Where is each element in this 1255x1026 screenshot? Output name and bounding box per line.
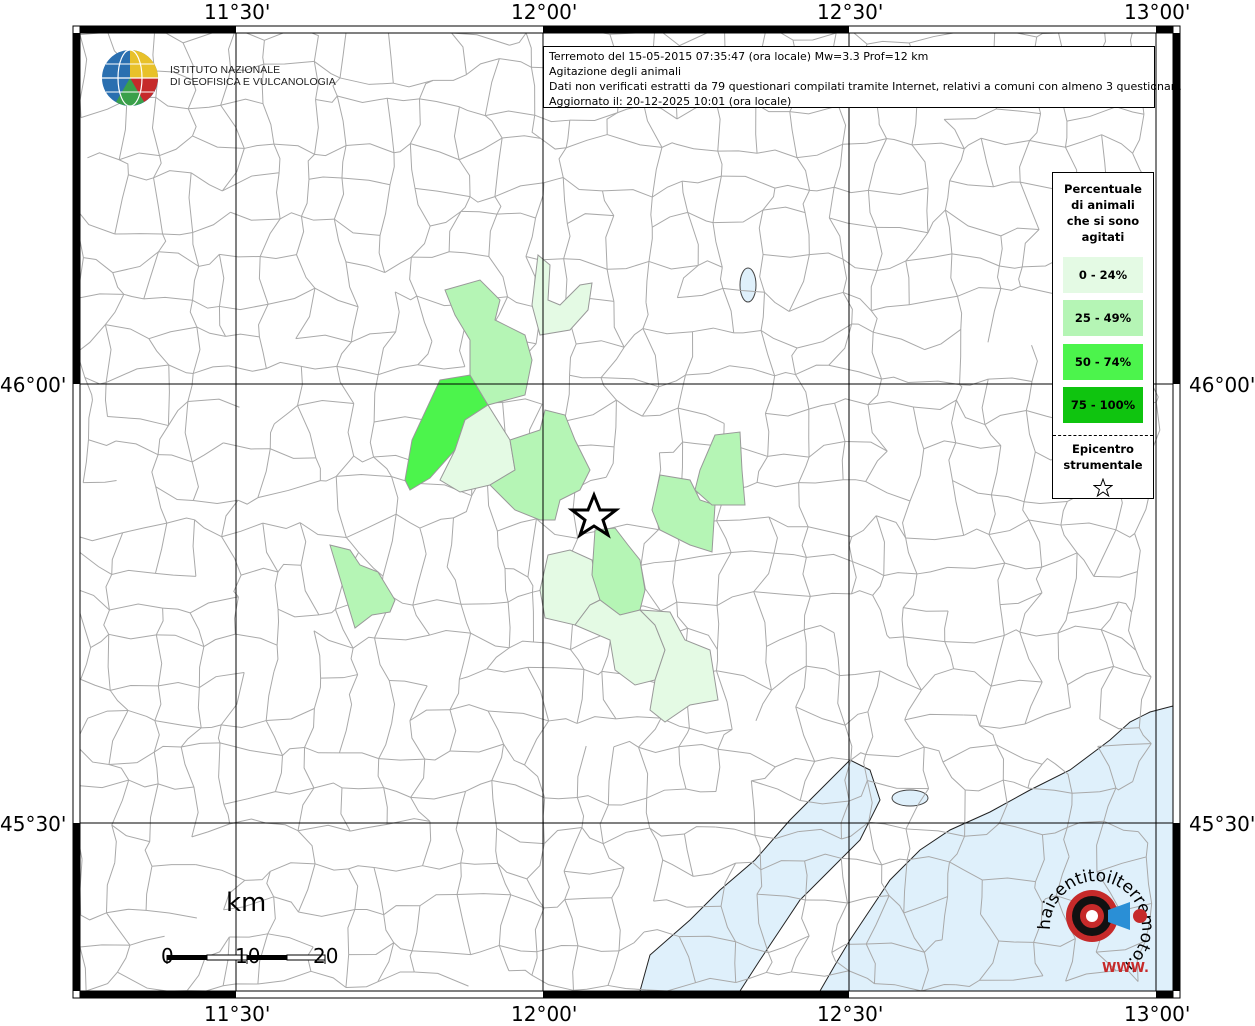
- lat-label-right: 45°30': [1189, 812, 1255, 836]
- earthquake-title: Terremoto del 15-05-2015 07:35:47 (ora l…: [549, 49, 1149, 64]
- scale-label: 20: [313, 944, 338, 968]
- legend-title: Percentuale di animali che si sono agita…: [1053, 181, 1153, 245]
- scale-bar: [160, 925, 350, 1015]
- lon-label-bottom: 13°00': [1124, 1002, 1190, 1026]
- globe-icon: [100, 46, 164, 110]
- map-subject: Agitazione degli animali: [549, 64, 1149, 79]
- legend-title-line: che si sono: [1053, 213, 1153, 229]
- legend: Percentuale di animali che si sono agita…: [1052, 172, 1154, 499]
- legend-epicenter-label: Epicentro strumentale: [1053, 441, 1153, 473]
- legend-title-line: Percentuale: [1053, 181, 1153, 197]
- scale-label: 10: [235, 944, 260, 968]
- legend-item-75-100: 75 - 100%: [1063, 387, 1143, 423]
- lon-label-top: 12°30': [817, 0, 883, 24]
- lake: [740, 268, 756, 302]
- lat-label-right: 46°00': [1189, 373, 1255, 397]
- ingv-name: ISTITUTO NAZIONALE DI GEOFISICA E VULCAN…: [170, 64, 336, 88]
- legend-epicenter-line: Epicentro: [1053, 441, 1153, 457]
- legend-item-0-24: 0 - 24%: [1063, 257, 1143, 293]
- lon-label-bottom: 12°30': [817, 1002, 883, 1026]
- star-icon: [1093, 478, 1113, 498]
- lat-label-left: 45°30': [0, 812, 66, 836]
- haisentitoilterremoto-logo: haisentitoilterremoto.it WWW.: [1032, 860, 1162, 980]
- lon-label-top: 12°00': [511, 0, 577, 24]
- legend-item-25-49: 25 - 49%: [1063, 300, 1143, 336]
- data-note: Dati non verificati estratti da 79 quest…: [549, 79, 1149, 94]
- scale-label: 0: [161, 944, 174, 968]
- legend-title-line: agitati: [1053, 229, 1153, 245]
- lat-label-left: 46°00': [0, 373, 66, 397]
- scale-unit: km: [226, 888, 266, 918]
- hst-www-text: WWW.: [1102, 961, 1149, 976]
- ingv-name-line: DI GEOFISICA E VULCANOLOGIA: [170, 76, 336, 88]
- legend-title-line: di animali: [1053, 197, 1153, 213]
- lon-label-top: 11°30': [204, 0, 270, 24]
- ingv-name-line: ISTITUTO NAZIONALE: [170, 64, 336, 76]
- updated-at: Aggiornato il: 20-12-2025 10:01 (ora loc…: [549, 94, 1149, 109]
- legend-epicenter-line: strumentale: [1053, 457, 1153, 473]
- lon-label-top: 13°00': [1124, 0, 1190, 24]
- lon-label-bottom: 12°00': [511, 1002, 577, 1026]
- legend-item-50-74: 50 - 74%: [1063, 344, 1143, 380]
- earthquake-info-box: Terremoto del 15-05-2015 07:35:47 (ora l…: [543, 46, 1155, 108]
- boundary-line: [965, 790, 966, 836]
- legend-separator: [1053, 435, 1153, 436]
